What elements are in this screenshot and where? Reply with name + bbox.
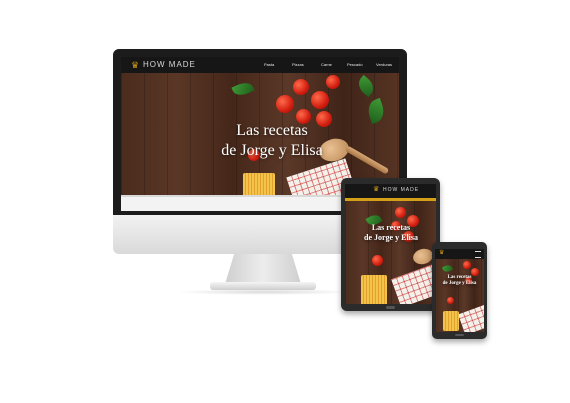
phone-device: ♛ Las recetas de Jorge y Elisa: [432, 242, 487, 339]
phone-screen: ♛ Las recetas de Jorge y Elisa: [435, 249, 484, 332]
menu-hamburger-icon[interactable]: [475, 251, 481, 258]
tomato-icon: [276, 95, 294, 113]
tomato-icon: [372, 255, 383, 266]
tablet-nav: ♛ HOW MADE: [345, 184, 436, 198]
phone-nav: ♛: [435, 249, 484, 259]
chef-hat-icon: ♛: [373, 186, 380, 193]
hero-title: Las recetas de Jorge y Elisa: [217, 121, 327, 161]
tomato-icon: [463, 261, 471, 269]
spaghetti-bundle: [243, 173, 275, 195]
hero-title-line1: Las recetas: [236, 122, 308, 139]
tomato-icon: [395, 207, 406, 218]
napkin-cloth: [391, 264, 436, 304]
brand-logo[interactable]: HOW MADE: [143, 60, 196, 70]
nav-item-pizzas[interactable]: Pizzas: [292, 62, 304, 67]
hero-title-line2: de Jorge y Elisa: [221, 142, 323, 159]
desktop-nav: ♛ HOW MADE Pasta Pizzas Carne Pescado Ve…: [121, 57, 399, 73]
basil-leaf-icon: [354, 74, 378, 98]
desktop-hero-image: Las recetas de Jorge y Elisa: [121, 73, 399, 195]
tablet-home-button[interactable]: [386, 306, 395, 309]
basil-leaf-icon: [364, 97, 388, 125]
brand-logo[interactable]: HOW MADE: [383, 187, 419, 194]
tablet-device: ♛ HOW MADE Las recetas de Jorge y Elisa: [341, 178, 440, 311]
phone-home-button[interactable]: [455, 334, 464, 336]
tablet-hero-image: Las recetas de Jorge y Elisa: [345, 201, 436, 304]
hero-title-line2: de Jorge y Elisa: [364, 233, 418, 242]
nav-item-carne[interactable]: Carne: [321, 62, 332, 67]
hero-title-line1: Las recetas: [371, 223, 411, 232]
napkin-cloth: [458, 304, 484, 332]
tablet-screen: ♛ HOW MADE Las recetas de Jorge y Elisa: [345, 184, 436, 304]
basil-leaf-icon: [231, 79, 255, 99]
nav-item-pasta[interactable]: Pasta: [264, 62, 274, 67]
spaghetti-bundle: [443, 311, 459, 331]
nav-item-pescado[interactable]: Pescado: [347, 62, 363, 67]
chef-hat-icon: ♛: [439, 250, 445, 256]
phone-hero-title: Las recetas de Jorge y Elisa: [439, 275, 480, 287]
phone-hero-image: Las recetas de Jorge y Elisa: [435, 259, 484, 332]
tomato-icon: [447, 297, 454, 304]
basil-leaf-icon: [441, 263, 454, 274]
spaghetti-bundle: [361, 275, 387, 304]
hero-title-line2: de Jorge y Elisa: [442, 281, 477, 286]
tomato-icon: [326, 75, 340, 89]
monitor-shadow: [175, 289, 355, 295]
chef-hat-icon: ♛: [131, 60, 140, 70]
tomato-icon: [311, 91, 329, 109]
spoon-handle: [344, 145, 390, 175]
tomato-icon: [293, 79, 309, 95]
nav-item-verduras[interactable]: Verduras: [376, 62, 392, 67]
tablet-hero-title: Las recetas de Jorge y Elisa: [359, 223, 423, 243]
monitor-stand-neck: [225, 254, 301, 284]
